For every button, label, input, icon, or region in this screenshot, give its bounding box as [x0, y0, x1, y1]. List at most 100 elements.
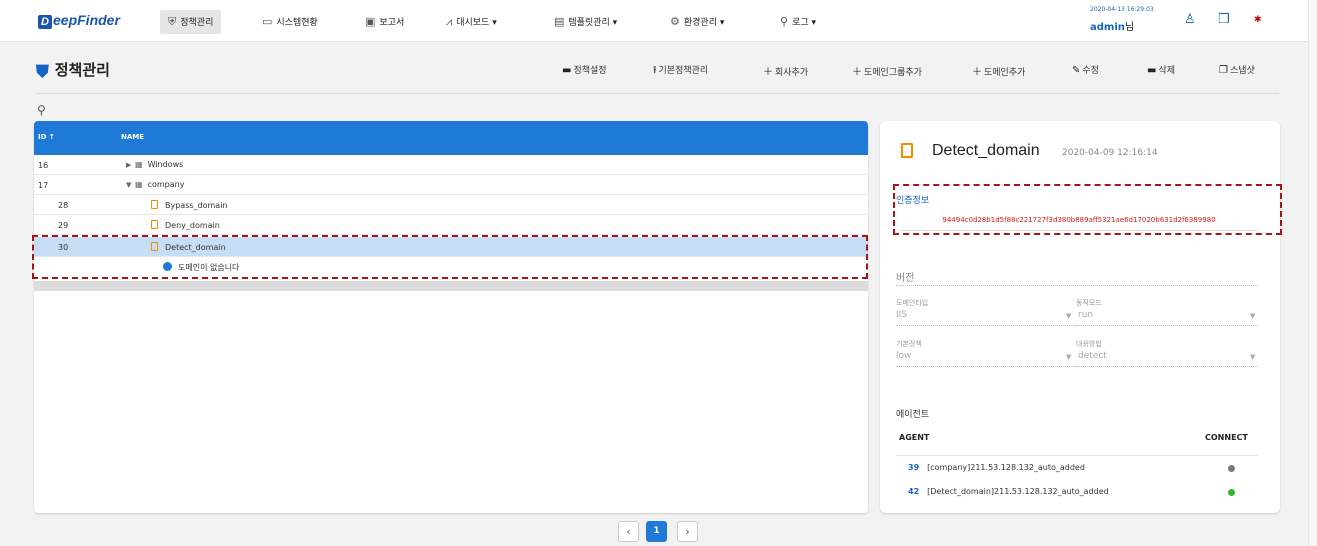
user-icon[interactable]: ♙ [1184, 12, 1196, 27]
row-name: Windows [147, 160, 184, 169]
upload-icon: ⭱ [653, 65, 657, 76]
nav-environment[interactable]: ⚙ 환경관리 ▾ [662, 10, 732, 34]
chevron-down-icon[interactable]: ▼ [1250, 353, 1255, 361]
page-body: ⛊ 정책관리 ▬ 정책설정 ⭱ 기본정책관리 ＋ 회사추가 ＋ 도메인그룹추가 ＋ 도메인추… [0, 43, 1317, 546]
version-label: 버전 [896, 273, 915, 284]
flag-icon[interactable]: ✱ [1254, 15, 1262, 25]
agent-row[interactable]: 42 [Detect_domain]211.53.128.132_auto_add… [908, 487, 1109, 496]
row-id: 29 [58, 221, 69, 230]
shield-icon: ⛊ [36, 62, 49, 82]
add-company-button[interactable]: ＋ 회사추가 [763, 63, 808, 78]
field-underline [896, 366, 1076, 367]
title-divider [36, 93, 1279, 94]
expand-arrow-icon[interactable]: ▶ [126, 161, 135, 169]
field-underline [1076, 325, 1258, 326]
domain-type-select[interactable]: IIS [896, 310, 907, 320]
column-header-agent: AGENT [899, 433, 930, 442]
grid-icon: ▦ [135, 160, 143, 169]
plus-icon: ＋ [763, 67, 773, 78]
agent-row[interactable]: 39 [company]211.53.128.132_auto_added [908, 463, 1085, 472]
row-id: 17 [38, 181, 49, 190]
base-policy-button[interactable]: ⭱ 기본정책관리 [653, 63, 708, 80]
folder-icon: ▬ [562, 65, 572, 76]
status-dot-icon [1228, 465, 1235, 472]
file-icon [151, 200, 158, 209]
user-greeting: admin님 [1090, 22, 1135, 33]
column-header-name[interactable]: NAME [121, 133, 144, 141]
top-nav: DeepFinder ⛨ 정책관리 ▭ 시스템현황 ▣ 보고서 ⩘ 대시보드 ▾ ▤ 템플… [0, 0, 1317, 42]
run-mode-select[interactable]: run [1078, 310, 1093, 320]
domain-type-label: 도메인타입 [896, 299, 929, 307]
file-icon [151, 220, 158, 229]
add-domain-button[interactable]: ＋ 도메인추가 [972, 63, 1025, 78]
add-domain-group-button[interactable]: ＋ 도메인그룹추가 [852, 63, 922, 78]
delete-button[interactable]: ▬ 삭제 [1147, 63, 1175, 76]
field-underline [896, 325, 1076, 326]
copy-icon: ❐ [1219, 65, 1228, 76]
table-row[interactable]: 29 Deny_domain [34, 215, 868, 235]
template-icon: ▤ [554, 15, 565, 28]
run-mode-label: 동작모드 [1076, 299, 1102, 307]
base-policy-select[interactable]: low [896, 351, 911, 361]
pagination-next-button[interactable]: › [677, 521, 698, 542]
pagination-prev-button[interactable]: ‹ [618, 521, 639, 542]
nav-templates[interactable]: ▤ 템플릿관리 ▾ [546, 10, 625, 34]
gear-icon: ⚙ [670, 15, 680, 28]
row-id: 28 [58, 201, 69, 210]
base-policy-label: 기본정책 [896, 340, 922, 348]
policy-settings-button[interactable]: ▬ 정책설정 [562, 63, 607, 76]
status-dot-icon [1228, 489, 1235, 496]
window-icon[interactable]: ❒ [1218, 12, 1230, 27]
minus-icon: ▬ [1147, 65, 1157, 76]
grid-header: ID ↑ NAME [34, 121, 868, 155]
plus-icon: ＋ [972, 67, 982, 78]
version-field[interactable] [896, 285, 1258, 286]
domain-title: Detect_domain [932, 142, 1040, 159]
domain-date: 2020-04-09 12:16:14 [1062, 148, 1158, 158]
pagination-page-button[interactable]: 1 [646, 521, 667, 542]
domain-detail-panel: Detect_domain 2020-04-09 12:16:14 인증정보 9… [880, 121, 1282, 513]
nav-dashboard[interactable]: ⩘ 대시보드 ▾ [438, 10, 505, 34]
chevron-down-icon[interactable]: ▼ [1250, 312, 1255, 320]
snapshot-button[interactable]: ❐ 스냅샷 [1219, 63, 1255, 76]
highlight-box [32, 235, 868, 279]
response-label: 대응방법 [1076, 340, 1102, 348]
chevron-down-icon[interactable]: ▼ [1066, 353, 1071, 361]
page-title: ⛊ 정책관리 [36, 61, 110, 82]
table-row[interactable]: 28 Bypass_domain [34, 195, 868, 215]
monitor-icon: ▭ [262, 15, 273, 28]
highlight-box [893, 184, 1282, 235]
search-icon[interactable]: ⚲ [37, 103, 46, 117]
brand-logo[interactable]: DeepFinder [38, 12, 120, 29]
page-scrollbar[interactable] [1308, 0, 1317, 546]
table-row[interactable]: 16 ▶ ▦ Windows [34, 155, 868, 175]
field-underline [1076, 366, 1258, 367]
plus-icon: ＋ [852, 67, 862, 78]
search-icon: ⚲ [780, 15, 789, 28]
collapse-arrow-icon[interactable]: ▼ [126, 181, 135, 189]
row-name: Bypass_domain [165, 201, 228, 210]
nav-policy[interactable]: ⛨ 정책관리 [160, 10, 222, 34]
clipboard-icon: ▣ [365, 15, 376, 28]
grid-icon: ▦ [135, 180, 143, 189]
column-header-id[interactable]: ID ↑ [38, 133, 55, 141]
nav-logs[interactable]: ⚲ 로그 ▾ [772, 10, 824, 34]
nav-system-status[interactable]: ▭ 시스템현황 [254, 10, 326, 34]
shield-icon: ⛨ [168, 15, 177, 28]
table-row[interactable]: 17 ▼ ▦ company [34, 175, 868, 195]
file-icon [901, 143, 913, 158]
row-name: Deny_domain [165, 221, 220, 230]
nav-reports[interactable]: ▣ 보고서 [357, 10, 412, 34]
edit-button[interactable]: ✎ 수정 [1072, 63, 1099, 76]
chevron-down-icon[interactable]: ▼ [1066, 312, 1071, 320]
column-header-connect: CONNECT [1205, 433, 1248, 442]
pencil-icon: ✎ [1072, 65, 1081, 76]
current-datetime: 2020-04-13 16:29:03 [1090, 6, 1154, 13]
trend-icon: ⩘ [446, 15, 453, 28]
divider [896, 455, 1258, 456]
response-select[interactable]: detect [1078, 351, 1107, 361]
agents-section-title: 에이전트 [896, 410, 930, 420]
policy-tree-grid: ID ↑ NAME 16 ▶ ▦ Windows 17 ▼ ▦ company 28 B… [32, 121, 868, 513]
horizontal-scrollbar[interactable] [34, 281, 868, 291]
row-name: company [147, 180, 185, 189]
